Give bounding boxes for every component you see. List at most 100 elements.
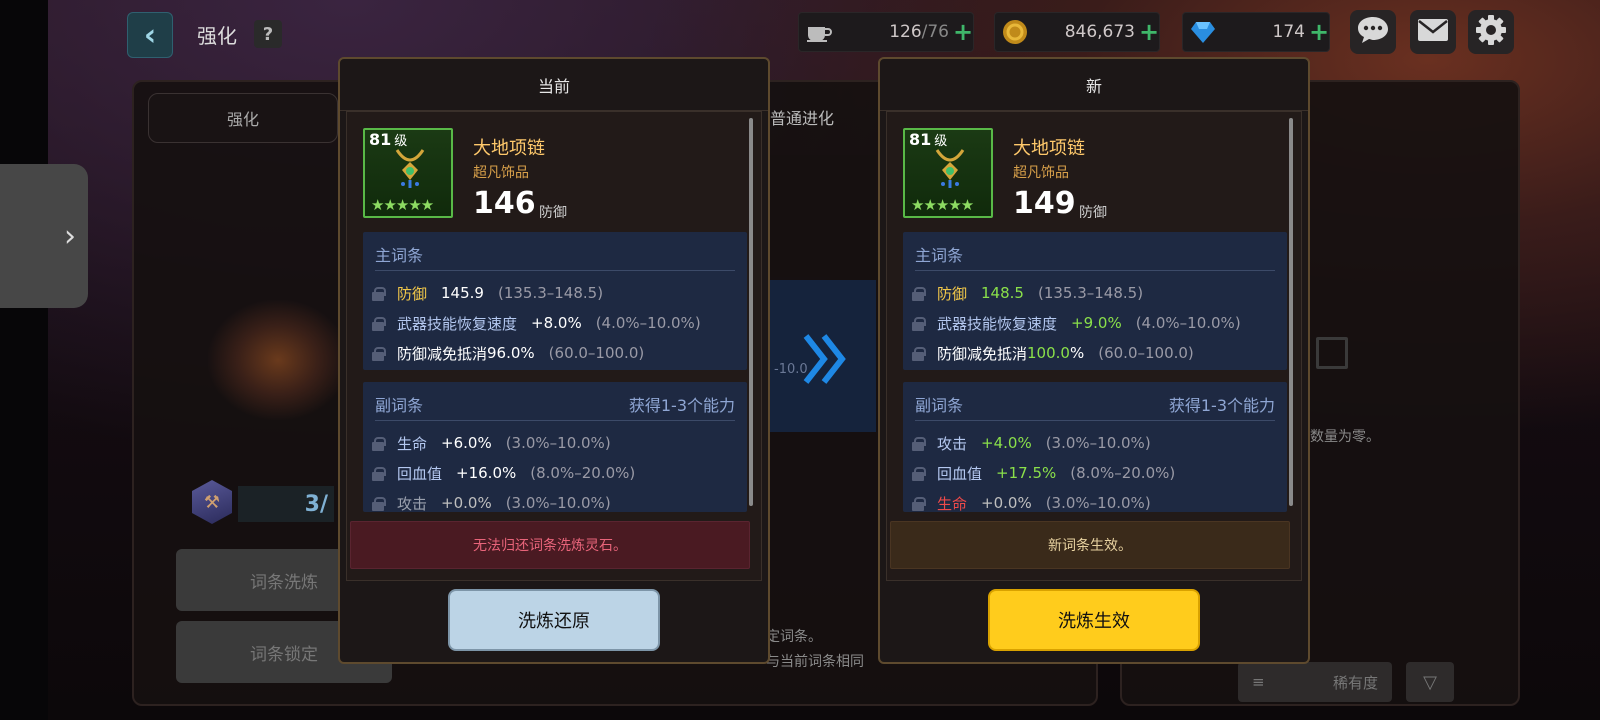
option-value: +16.0% (456, 464, 517, 482)
option-name: 攻击 (397, 494, 428, 513)
option-row[interactable]: 回血值 +17.5% (8.0%–20.0%) (911, 462, 1175, 484)
item-name: 大地项链 (1013, 138, 1085, 159)
main-options-header: 主词条 (375, 246, 424, 265)
option-range: (60.0–100.0) (1098, 344, 1194, 362)
sub-options-note: 获得1-3个能力 (1168, 396, 1275, 415)
lock-icon[interactable] (911, 346, 926, 361)
gem-value: 174 (1272, 22, 1305, 42)
item-rarity: 超凡饰品 (1013, 165, 1069, 181)
option-row[interactable]: 防御 148.5 (135.3–148.5) (911, 282, 1143, 304)
sub-options-header: 副词条 (915, 396, 964, 415)
option-row[interactable]: 生命 +0.0% (3.0%–10.0%) (911, 492, 1151, 514)
revert-reroll-button[interactable]: 洗炼还原 (448, 589, 660, 651)
tab-enhance[interactable]: 强化 (148, 93, 338, 143)
option-value: +0.0% (981, 494, 1032, 512)
item-slot: 81 级 ★★★★★ (363, 128, 453, 218)
lock-icon[interactable] (371, 346, 386, 361)
option-name: 回血值 (397, 464, 443, 483)
tab-evolve[interactable]: 普通进化 (770, 105, 834, 129)
menu-icon: ≡ (1252, 673, 1265, 691)
hint-text-2: 与当前词条相同 (766, 654, 864, 670)
current-options-scroll[interactable]: 81 级 ★★★★★ 大地项链 超凡饰品 146 防御 主词条 防御 145.9 … (346, 111, 762, 581)
lock-icon[interactable] (371, 466, 386, 481)
item-power-label: 防御 (1079, 205, 1107, 221)
gold-coin-icon (995, 19, 1035, 45)
option-row[interactable]: 武器技能恢复速度 +8.0% (4.0%–10.0%) (371, 312, 701, 334)
stamina-value: 126 (889, 22, 922, 42)
applied-notice: 新词条生效。 (890, 521, 1290, 569)
option-range: (4.0%–10.0%) (1135, 314, 1241, 332)
item-power: 146 (473, 186, 536, 221)
add-gold-button[interactable]: + (1139, 18, 1159, 46)
scrollbar[interactable] (749, 118, 753, 506)
game-screen: ‹ 强化 ? 126/76 + 846,673 + 174 + › 强化 普通进… (0, 0, 1600, 720)
add-stamina-button[interactable]: + (953, 18, 973, 46)
apply-reroll-button[interactable]: 洗炼生效 (988, 589, 1200, 651)
new-options-scroll[interactable]: 81 级 ★★★★★ 大地项链 超凡饰品 149 防御 主词条 防御 148.5 … (886, 111, 1302, 581)
scrollbar[interactable] (1289, 118, 1293, 506)
option-row[interactable]: 生命 +6.0% (3.0%–10.0%) (371, 432, 611, 454)
help-button[interactable]: ? (254, 20, 282, 48)
side-expand-tab[interactable]: › (0, 164, 88, 308)
sort-order-button[interactable]: ▽ (1406, 662, 1454, 702)
lock-icon[interactable] (911, 496, 926, 511)
lock-icon[interactable] (371, 436, 386, 451)
option-name: 攻击 (937, 434, 968, 453)
option-value-suffix: % (1069, 344, 1085, 362)
gem-icon (1183, 20, 1223, 44)
lock-icon[interactable] (911, 286, 926, 301)
option-value: 148.5 (981, 284, 1024, 302)
option-row[interactable]: 防御减免抵消 96.0% (60.0–100.0) (371, 342, 644, 364)
option-row[interactable]: 防御 145.9 (135.3–148.5) (371, 282, 603, 304)
settings-button[interactable] (1468, 10, 1514, 54)
sub-options-section: 副词条 获得1-3个能力 攻击 +4.0% (3.0%–10.0%) 回血值 +… (903, 382, 1287, 514)
chevron-right-icon: › (64, 218, 76, 254)
evolve-preview-area (770, 155, 876, 277)
item-power-label: 防御 (539, 205, 567, 221)
mail-button[interactable] (1410, 10, 1456, 54)
chevron-left-icon: ‹ (143, 17, 157, 53)
option-name: 武器技能恢复速度 (937, 314, 1058, 333)
add-gem-button[interactable]: + (1309, 18, 1329, 46)
page-title: 强化 (197, 24, 237, 48)
option-name: 回血值 (937, 464, 983, 483)
sort-label: 稀有度 (1332, 673, 1378, 692)
current-panel-title: 当前 (340, 59, 768, 111)
option-value: +4.0% (981, 434, 1032, 452)
option-row[interactable]: 回血值 +16.0% (8.0%–20.0%) (371, 462, 635, 484)
lock-icon[interactable] (911, 466, 926, 481)
option-name: 防御减免抵消 (937, 344, 1028, 363)
double-chevron-right-icon (803, 334, 846, 384)
option-row[interactable]: 武器技能恢复速度 +9.0% (4.0%–10.0%) (911, 312, 1241, 334)
option-row[interactable]: 攻击 +4.0% (3.0%–10.0%) (911, 432, 1151, 454)
option-name: 生命 (397, 434, 428, 453)
main-options-section: 主词条 防御 148.5 (135.3–148.5) 武器技能恢复速度 +9.0… (903, 232, 1287, 370)
empty-inventory-text: 数量为零。 (1310, 429, 1380, 445)
chat-button[interactable] (1350, 10, 1396, 54)
sort-dropdown[interactable]: ≡ 稀有度 (1238, 662, 1392, 702)
option-range: (135.3–148.5) (497, 284, 604, 302)
option-value: +0.0% (441, 494, 492, 512)
option-name: 防御 (397, 284, 428, 303)
option-range: (60.0–100.0) (548, 344, 645, 362)
lock-icon[interactable] (911, 436, 926, 451)
lock-icon[interactable] (371, 316, 386, 331)
new-options-panel: 新 81 级 ★★★★★ 大地项链 超凡饰品 149 防御 主词条 防御 148.… (878, 57, 1310, 664)
new-panel-title: 新 (880, 59, 1308, 111)
triangle-down-icon: ▽ (1423, 671, 1437, 693)
lock-icon[interactable] (371, 286, 386, 301)
option-value: 145.9 (441, 284, 484, 302)
option-row[interactable]: 防御减免抵消 100.0 % (60.0–100.0) (911, 342, 1194, 364)
hint-text-1: 定词条。 (766, 629, 822, 645)
option-row[interactable]: 攻击 +0.0% (3.0%–10.0%) (371, 492, 611, 514)
option-value: +8.0% (531, 314, 582, 332)
lock-icon[interactable] (911, 316, 926, 331)
lock-icon[interactable] (371, 496, 386, 511)
warning-notice: 无法归还词条洗炼灵石。 (350, 521, 750, 569)
necklace-icon (395, 149, 425, 188)
character-sprite (208, 300, 348, 420)
sub-options-note: 获得1-3个能力 (628, 396, 735, 415)
back-button[interactable]: ‹ (127, 12, 173, 58)
option-range: (3.0%–10.0%) (1045, 494, 1151, 512)
gem-counter: 174 + (1182, 12, 1330, 52)
